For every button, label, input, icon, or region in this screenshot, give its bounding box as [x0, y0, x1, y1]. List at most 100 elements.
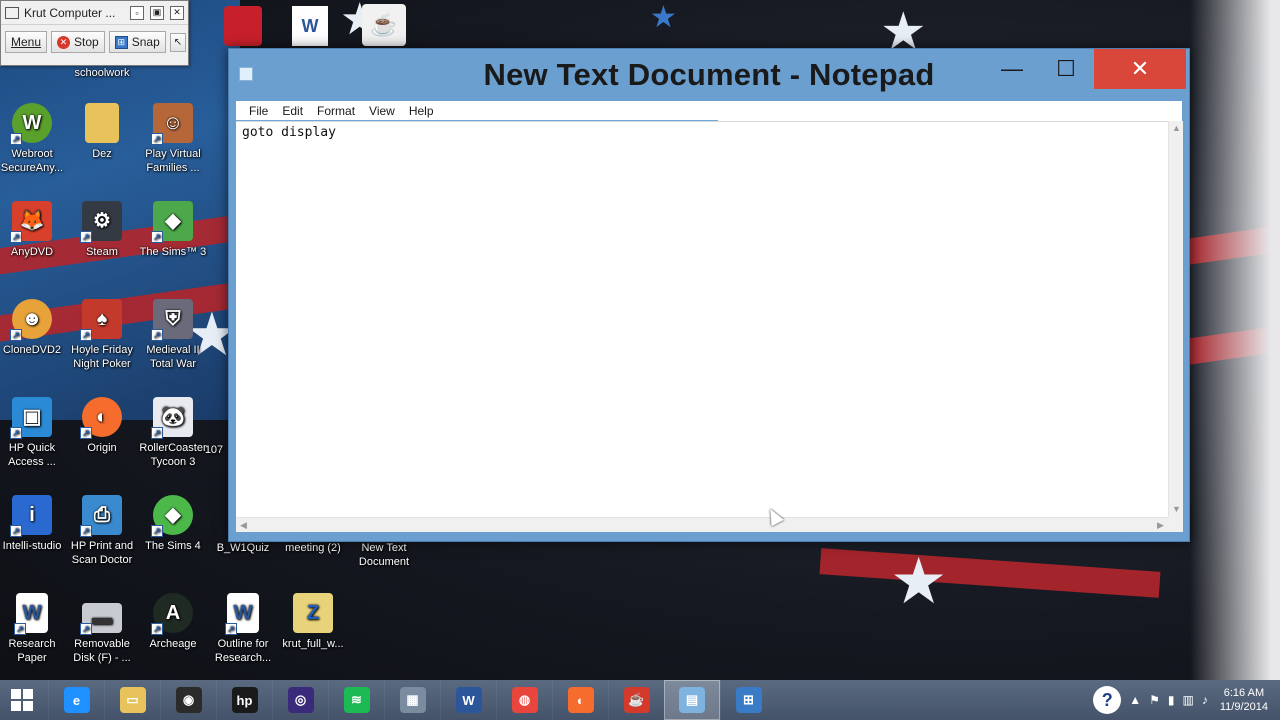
krut-close-button[interactable]: ✕: [170, 5, 184, 20]
text-editor-area[interactable]: goto display: [236, 121, 1168, 517]
taskbar-media-app-button[interactable]: ◉: [160, 680, 216, 720]
clock[interactable]: 6:16 AM 11/9/2014: [1220, 686, 1268, 714]
desktop-icon-hp-quick-access[interactable]: ▣ ↗ HP Quick Access ...: [0, 397, 68, 469]
taskbar-calculator-button[interactable]: ▦: [384, 680, 440, 720]
menu-view[interactable]: View: [362, 104, 402, 118]
steam-icon: ⚙ ↗: [80, 201, 122, 243]
scroll-right-icon[interactable]: ▶: [1153, 518, 1168, 533]
taskbar-notepad-button[interactable]: ▤: [664, 680, 720, 720]
desktop-icon-intelli-studio[interactable]: i ↗ Intelli-studio: [0, 495, 68, 553]
taskbar-network-app-button[interactable]: ⊞: [720, 680, 776, 720]
desktop-icon-meeting[interactable]: meeting (2): [277, 541, 349, 555]
desktop-icon-partial[interactable]: 107: [196, 443, 232, 457]
removable-disk-icon: ▬ ↗: [80, 603, 122, 635]
wallpaper-fade: [1190, 0, 1280, 680]
desktop-icon-webroot[interactable]: W ↗ Webroot SecureAny...: [0, 103, 68, 175]
desktop-icon-b-w1quiz[interactable]: B_W1Quiz: [207, 541, 279, 555]
desktop-icon-archeage[interactable]: A ↗ Archeage: [137, 593, 209, 651]
desktop-icon-hoyle-poker[interactable]: ♠ ↗ Hoyle Friday Night Poker: [66, 299, 138, 371]
taskbar-java-button[interactable]: ☕: [608, 680, 664, 720]
scroll-up-icon[interactable]: ▲: [1169, 121, 1184, 136]
hoyle-poker-icon: ♠ ↗: [80, 299, 122, 341]
desktop-icon-sims4[interactable]: ◆ ↗ The Sims 4: [137, 495, 209, 553]
desktop-icon-research-paper[interactable]: W ↗ Research Paper: [0, 593, 68, 665]
desktop-icon-hp-print-scan[interactable]: ⎙ ↗ HP Print and Scan Doctor: [66, 495, 138, 567]
notepad-titlebar[interactable]: New Text Document - Notepad — ☐ ✕: [229, 49, 1189, 101]
sims4-icon: ◆ ↗: [151, 495, 193, 537]
horizontal-scrollbar[interactable]: ◀ ▶: [236, 517, 1168, 532]
java-icon: ☕: [623, 687, 650, 713]
desktop-icon-sims3[interactable]: ◆ ↗ The Sims™ 3: [137, 201, 209, 259]
windows-logo-icon: [11, 689, 33, 711]
taskbar-origin-button[interactable]: ◐: [552, 680, 608, 720]
vertical-scrollbar[interactable]: ▲ ▼: [1168, 121, 1183, 517]
medieval-icon: ⛨ ↗: [151, 299, 193, 341]
desktop-icon-label: Hoyle Friday Night Poker: [71, 344, 133, 370]
taskbar-media-player-button[interactable]: ◎: [272, 680, 328, 720]
krut-snap-button[interactable]: ⊞ Snap: [108, 31, 166, 53]
desktop-icon-label: HP Print and Scan Doctor: [70, 540, 134, 566]
taskbar-internet-explorer-button[interactable]: e: [48, 680, 104, 720]
scroll-down-icon[interactable]: ▼: [1169, 502, 1184, 517]
battery-icon[interactable]: ▮: [1168, 693, 1175, 707]
desktop-icon-new-text-document[interactable]: New Text Document: [348, 541, 420, 569]
wallpaper-stripe: [819, 548, 1161, 598]
tray-expand-icon[interactable]: ▲: [1129, 693, 1141, 707]
minimize-icon: —: [1001, 56, 1023, 81]
webroot-icon: W ↗: [10, 103, 52, 145]
krut-app-icon: [5, 6, 19, 19]
word-document-icon[interactable]: W: [292, 6, 328, 46]
java-icon[interactable]: ☕: [362, 4, 406, 46]
notepad-window: New Text Document - Notepad — ☐ ✕ File E…: [228, 48, 1190, 542]
krut-minimize-button[interactable]: ▫: [130, 5, 144, 20]
close-button[interactable]: ✕: [1094, 49, 1186, 89]
desktop-icon-dez[interactable]: Dez: [66, 103, 138, 161]
menu-bar: File Edit Format View Help: [236, 101, 1182, 121]
desktop-icon-virtual-families[interactable]: ☺ ↗ Play Virtual Families ...: [137, 103, 209, 175]
krut-restore-button[interactable]: ▣: [150, 5, 164, 20]
wallpaper-star: ★: [650, 0, 677, 35]
desktop-icon-clonedvd[interactable]: ☻ ↗ CloneDVD2: [0, 299, 68, 357]
desktop-icon-outline-research[interactable]: W ↗ Outline for Research...: [207, 593, 279, 665]
maximize-button[interactable]: ☐: [1044, 49, 1088, 89]
krut-menu-button[interactable]: Menu: [5, 31, 48, 53]
desktop-icon-removable-disk[interactable]: ▬ ↗ Removable Disk (F) - ...: [66, 593, 138, 665]
menu-file[interactable]: File: [242, 104, 275, 118]
menu-format[interactable]: Format: [310, 104, 362, 118]
krut-pointer-button[interactable]: ↖: [169, 32, 187, 52]
action-center-icon[interactable]: ⚑: [1149, 693, 1160, 707]
desktop-icon-anydvd[interactable]: 🦊 ↗ AnyDVD: [0, 201, 68, 259]
app-icon-partial[interactable]: [224, 6, 262, 46]
krut-titlebar[interactable]: Krut Computer ... ▫ ▣ ✕: [1, 1, 188, 25]
archeage-icon: A ↗: [151, 593, 193, 635]
menu-help[interactable]: Help: [402, 104, 441, 118]
taskbar-word-button[interactable]: W: [440, 680, 496, 720]
desktop-icon-label: The Sims 4: [145, 540, 201, 552]
desktop-icon-schoolwork[interactable]: schoolwork: [66, 66, 138, 80]
krut-stop-button[interactable]: ✕ Stop: [51, 31, 105, 53]
taskbar-chrome-button[interactable]: ◍: [496, 680, 552, 720]
menu-edit[interactable]: Edit: [275, 104, 310, 118]
desktop-icon-rollercoaster[interactable]: 🐼 ↗ RollerCoaster Tycoon 3: [137, 397, 209, 469]
desktop-icon-label: Archeage: [149, 638, 197, 650]
krut-snap-label: Snap: [131, 35, 160, 49]
network-icon[interactable]: ▥: [1183, 693, 1194, 707]
start-button[interactable]: [0, 680, 44, 720]
taskbar-spotify-button[interactable]: ≋: [328, 680, 384, 720]
resize-grip[interactable]: [1168, 517, 1183, 532]
desktop-icon-steam[interactable]: ⚙ ↗ Steam: [66, 201, 138, 259]
system-tray: ? ▲ ⚑ ▮ ▥ ♪ 6:16 AM 11/9/2014: [1093, 680, 1280, 720]
taskbar-file-explorer-button[interactable]: ▭: [104, 680, 160, 720]
desktop-icon-krut-zip[interactable]: Z krut_full_w...: [277, 593, 349, 651]
desktop-icon-label: The Sims™ 3: [139, 246, 207, 258]
stop-icon: ✕: [57, 35, 71, 49]
krut-stop-label: Stop: [74, 35, 99, 49]
krut-toolbar-window: Krut Computer ... ▫ ▣ ✕ Menu ✕ Stop ⊞ Sn…: [0, 0, 189, 66]
scroll-left-icon[interactable]: ◀: [236, 518, 251, 533]
help-icon[interactable]: ?: [1093, 686, 1122, 714]
desktop-icon-origin[interactable]: ◐ ↗ Origin: [66, 397, 138, 455]
taskbar-hp-button[interactable]: hp: [216, 680, 272, 720]
volume-icon[interactable]: ♪: [1202, 693, 1208, 707]
desktop-icon-medieval[interactable]: ⛨ ↗ Medieval II Total War: [137, 299, 209, 371]
minimize-button[interactable]: —: [992, 49, 1032, 89]
